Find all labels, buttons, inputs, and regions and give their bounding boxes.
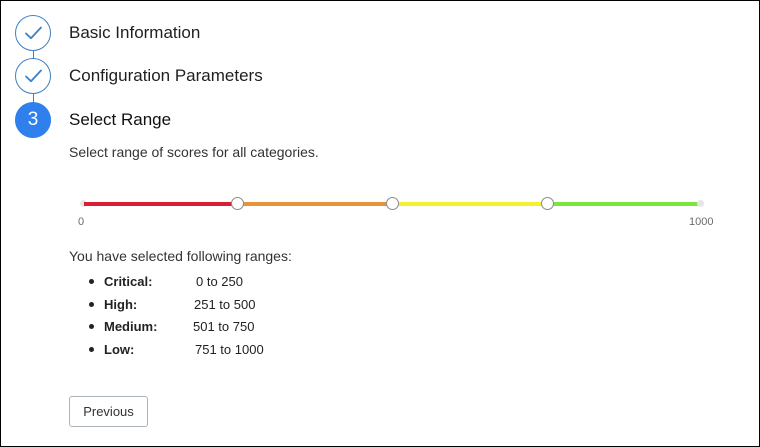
critical-range-segment: [84, 202, 237, 206]
previous-button[interactable]: Previous: [69, 396, 148, 427]
check-icon: [24, 26, 42, 40]
high-medium-boundary-handle[interactable]: [386, 197, 399, 210]
step-status-circle: [15, 58, 51, 94]
range-value: 251 to 500: [194, 296, 256, 312]
step-select-range[interactable]: 3 Select Range: [15, 102, 171, 138]
range-label: Medium:: [104, 319, 158, 334]
step-basic-information[interactable]: Basic Information: [15, 15, 200, 51]
bullet-icon: [89, 324, 94, 329]
check-icon: [24, 69, 42, 83]
slider-track-end: [697, 200, 704, 207]
medium-range-segment: [392, 202, 547, 206]
medium-low-boundary-handle[interactable]: [541, 197, 554, 210]
range-label: High:: [104, 296, 138, 312]
range-label: Low:: [104, 341, 135, 357]
bullet-icon: [89, 346, 94, 352]
step-title: Basic Information: [69, 23, 201, 42]
range-instructions: Select range of scores for all categorie…: [69, 144, 319, 160]
range-value: 751 to 1000: [195, 341, 264, 357]
bullet-icon: [89, 279, 94, 284]
slider-min-label: 0: [78, 216, 85, 228]
step-status-circle: [15, 15, 51, 51]
step-title: Configuration Parameters: [69, 66, 263, 85]
step-configuration-parameters[interactable]: Configuration Parameters: [15, 58, 263, 94]
selected-ranges-title: You have selected following ranges:: [69, 248, 292, 264]
slider-max-label: 1000: [689, 216, 714, 228]
bullet-icon: [89, 301, 94, 307]
range-value: 501 to 750: [193, 319, 255, 334]
score-range-slider[interactable]: [80, 197, 704, 211]
range-selection-panel: Basic Information Configuration Paramete…: [0, 0, 760, 447]
high-range-segment: [237, 202, 392, 206]
range-value: 0 to 250: [196, 274, 243, 289]
range-label: Critical:: [104, 274, 153, 289]
step-title: Select Range: [69, 110, 172, 129]
critical-high-boundary-handle[interactable]: [231, 197, 244, 210]
low-range-segment: [547, 202, 699, 206]
step-number-circle: 3: [15, 102, 51, 138]
